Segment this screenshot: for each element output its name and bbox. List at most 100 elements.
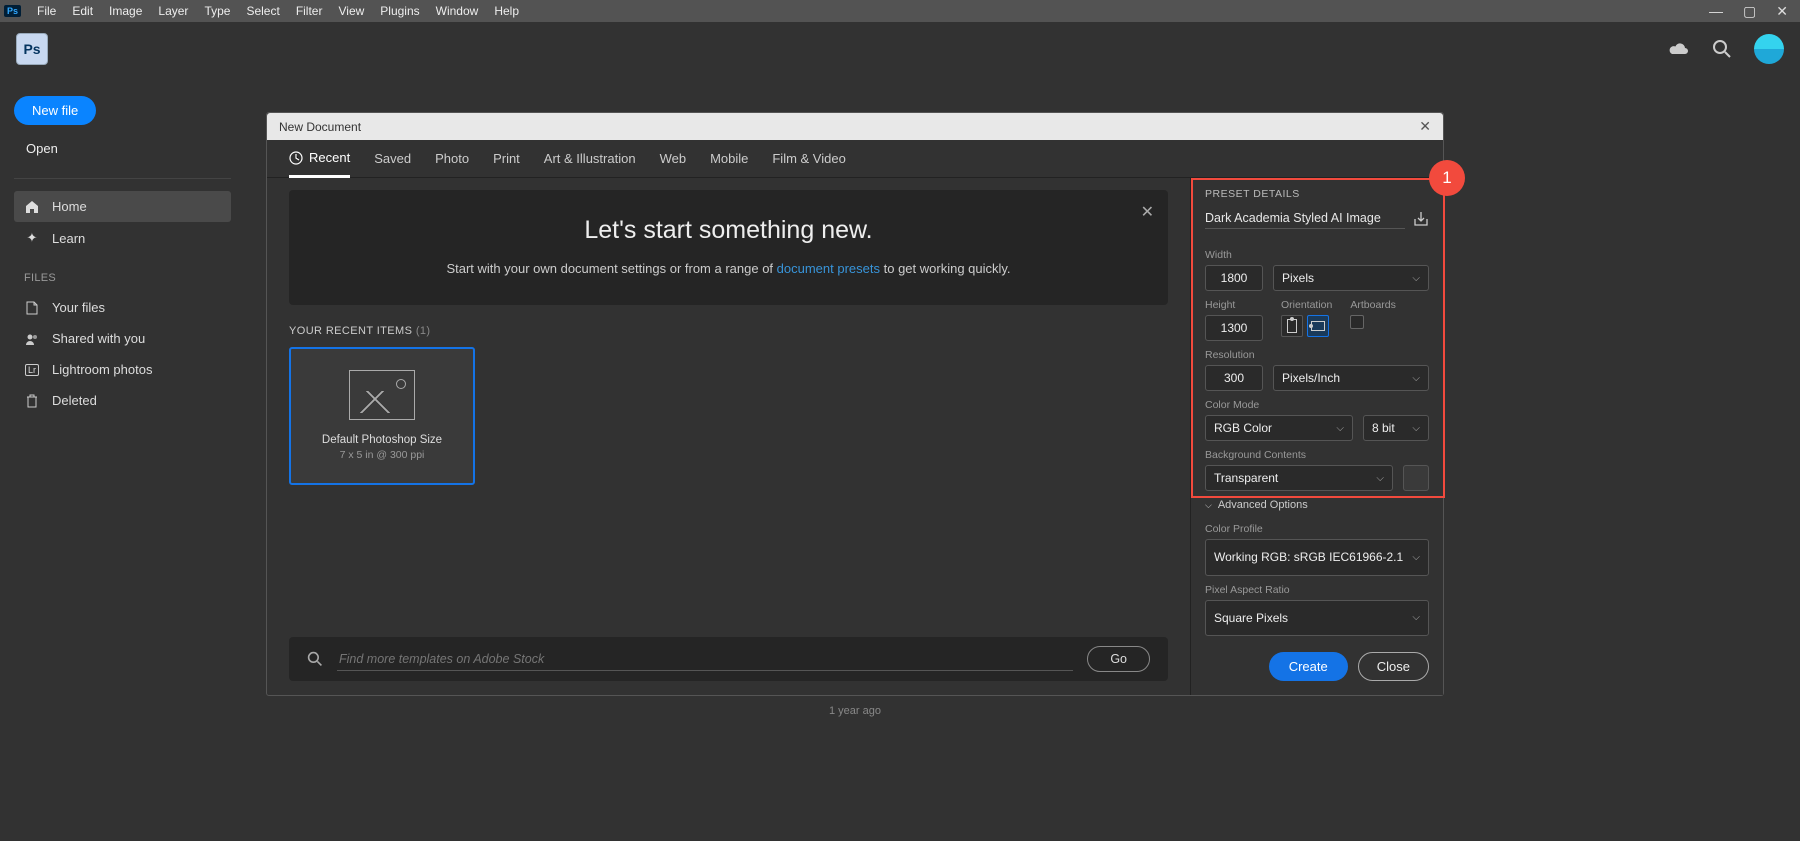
tab-web[interactable]: Web [660, 141, 687, 176]
menu-help[interactable]: Help [486, 4, 527, 18]
tab-film[interactable]: Film & Video [772, 141, 845, 176]
document-presets-link[interactable]: document presets [777, 261, 880, 276]
menu-window[interactable]: Window [428, 4, 487, 18]
bg-contents-select[interactable]: Transparent⌵ [1205, 465, 1393, 491]
width-unit-select[interactable]: Pixels⌵ [1273, 265, 1429, 291]
annotation-callout: 1 [1429, 160, 1465, 196]
create-button[interactable]: Create [1269, 652, 1348, 681]
preset-details-head: PRESET DETAILS [1205, 188, 1429, 200]
width-input[interactable] [1205, 265, 1263, 291]
search-icon [307, 651, 323, 667]
orientation-label: Orientation [1281, 299, 1332, 311]
par-select[interactable]: Square Pixels ⌵ [1205, 600, 1429, 637]
cloud-icon[interactable] [1668, 41, 1690, 57]
stock-search-input[interactable] [337, 648, 1073, 671]
dialog-titlebar: New Document ✕ [267, 113, 1443, 140]
orientation-landscape[interactable] [1307, 315, 1329, 337]
open-button[interactable]: Open [14, 131, 70, 166]
nav-deleted[interactable]: Deleted [14, 385, 231, 416]
preset-card-default[interactable]: Default Photoshop Size 7 x 5 in @ 300 pp… [289, 347, 475, 485]
artboards-checkbox[interactable] [1350, 315, 1364, 329]
divider [14, 178, 231, 179]
tab-photo[interactable]: Photo [435, 141, 469, 176]
app-header: Ps [0, 22, 1800, 76]
nav-your-files[interactable]: Your files [14, 292, 231, 323]
height-label: Height [1205, 299, 1263, 311]
hero-text: Start with your own document settings or… [329, 259, 1128, 279]
chevron-down-icon: ⌵ [1336, 423, 1344, 434]
tab-art[interactable]: Art & Illustration [544, 141, 636, 176]
go-button[interactable]: Go [1087, 646, 1150, 672]
resolution-input[interactable] [1205, 365, 1263, 391]
save-preset-icon[interactable] [1413, 211, 1429, 227]
close-window-icon[interactable]: ✕ [1776, 3, 1788, 20]
preset-name-input[interactable] [1205, 208, 1405, 229]
color-profile-select[interactable]: Working RGB: sRGB IEC61966-2.1⌵ [1205, 539, 1429, 576]
nav-shared[interactable]: Shared with you [14, 323, 231, 354]
nav-lightroom[interactable]: Lr Lightroom photos [14, 354, 231, 385]
file-icon [24, 301, 40, 315]
clock-icon [289, 151, 303, 165]
tab-recent[interactable]: Recent [289, 140, 350, 178]
menu-file[interactable]: File [29, 4, 64, 18]
height-input[interactable] [1205, 315, 1263, 341]
search-icon[interactable] [1712, 39, 1732, 59]
tab-print[interactable]: Print [493, 141, 520, 176]
hero-close-icon[interactable]: ✕ [1141, 202, 1154, 222]
nav-lightroom-label: Lightroom photos [52, 362, 152, 377]
resolution-unit-value: Pixels/Inch [1282, 371, 1340, 385]
dialog-close-icon[interactable]: ✕ [1419, 118, 1431, 135]
preset-thumb-icon [349, 370, 415, 420]
ps-app-icon[interactable]: Ps [16, 33, 48, 65]
width-label: Width [1205, 249, 1429, 261]
menu-edit[interactable]: Edit [64, 4, 101, 18]
resolution-unit-select[interactable]: Pixels/Inch ⌵ [1273, 365, 1429, 391]
chevron-down-icon: ⌵ [1412, 373, 1420, 384]
advanced-options-toggle[interactable]: ⌵ Advanced Options [1205, 499, 1429, 511]
nav-learn[interactable]: ✦ Learn [14, 222, 231, 254]
nav-home-label: Home [52, 199, 87, 214]
user-avatar[interactable] [1754, 34, 1784, 64]
bottom-caption: 1 year ago [266, 705, 1444, 717]
maximize-icon[interactable]: ▢ [1743, 3, 1756, 20]
bg-swatch[interactable] [1403, 465, 1429, 491]
learn-icon: ✦ [24, 230, 40, 246]
tab-mobile[interactable]: Mobile [710, 141, 748, 176]
menu-select[interactable]: Select [238, 4, 287, 18]
hero-banner: ✕ Let's start something new. Start with … [289, 190, 1168, 305]
preset-card-title: Default Photoshop Size [322, 434, 442, 446]
nav-your-files-label: Your files [52, 300, 105, 315]
menu-image[interactable]: Image [101, 4, 150, 18]
minimize-icon[interactable]: — [1709, 3, 1723, 20]
nav-learn-label: Learn [52, 231, 85, 246]
menubar: Ps File Edit Image Layer Type Select Fil… [0, 0, 1800, 22]
color-mode-select[interactable]: RGB Color ⌵ [1205, 415, 1353, 441]
preset-details-panel: 1 PRESET DETAILS Width Pixels⌵ Height [1190, 178, 1443, 695]
tab-saved[interactable]: Saved [374, 141, 411, 176]
chevron-down-icon: ⌵ [1205, 500, 1212, 511]
files-section-label: FILES [24, 272, 231, 284]
menu-filter[interactable]: Filter [288, 4, 331, 18]
menu-view[interactable]: View [330, 4, 372, 18]
trash-icon [24, 394, 40, 408]
color-mode-value: RGB Color [1214, 421, 1272, 435]
close-button[interactable]: Close [1358, 652, 1429, 681]
nav-deleted-label: Deleted [52, 393, 97, 408]
par-value: Square Pixels [1214, 611, 1288, 625]
resolution-label: Resolution [1205, 349, 1429, 361]
chevron-down-icon: ⌵ [1412, 552, 1420, 563]
width-unit-value: Pixels [1282, 271, 1314, 285]
menu-layer[interactable]: Layer [150, 4, 196, 18]
orientation-portrait[interactable] [1281, 315, 1303, 337]
menu-plugins[interactable]: Plugins [372, 4, 427, 18]
bit-depth-select[interactable]: 8 bit⌵ [1363, 415, 1429, 441]
dialog-title: New Document [279, 120, 361, 134]
chevron-down-icon: ⌵ [1412, 612, 1420, 623]
nav-home[interactable]: Home [14, 191, 231, 222]
new-file-button[interactable]: New file [14, 96, 96, 125]
home-icon [24, 200, 40, 214]
menu-type[interactable]: Type [196, 4, 238, 18]
preset-card-sub: 7 x 5 in @ 300 ppi [340, 449, 425, 461]
color-profile-label: Color Profile [1205, 523, 1429, 535]
recent-items-label: YOUR RECENT ITEMS (1) [289, 325, 1168, 337]
